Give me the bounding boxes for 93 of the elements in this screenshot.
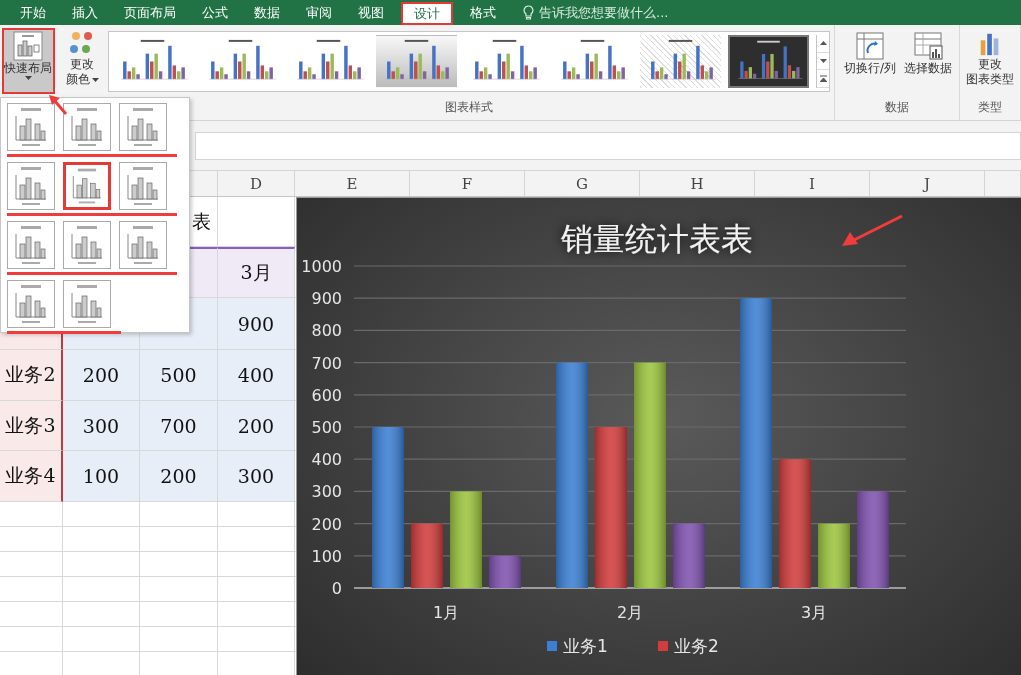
axis-tick-label: 300 [311,482,342,502]
select-data-button[interactable]: 选择数据 [901,28,955,90]
ribbon-tab[interactable]: 公式 [189,0,241,25]
annotation-arrow [840,214,904,248]
layout-option[interactable] [7,221,55,269]
table-cell: 200 [218,401,295,451]
annotation-arrow [48,94,68,116]
legend-swatch [547,641,557,651]
axis-tick-label: 400 [311,450,342,470]
change-chart-type-button[interactable]: 更改 图表类型 [964,28,1016,90]
axis-tick-label: 100 [311,546,342,566]
grid-cell [0,552,63,577]
quick-layout-button[interactable]: 快速布局 [2,28,55,94]
grid-cell [0,602,63,627]
axis-category-label: 2月 [616,603,644,622]
lightbulb-icon [523,5,534,20]
switch-row-column-button[interactable]: 切换行/列 [839,28,901,90]
table-cell: 300 [218,451,295,502]
ribbon-tab[interactable]: 页面布局 [111,0,189,25]
legend-label: 业务2 [674,636,719,656]
column-header: G [525,171,640,196]
table-cell: 900 [218,298,295,350]
ribbon-tab[interactable]: 视图 [345,0,397,25]
table-cell: 500 [140,350,218,401]
group-label: 类型 [977,99,1003,116]
axis-category-label: 1月 [432,603,460,622]
layout-option[interactable] [7,280,55,328]
table-chart-icon [913,31,943,61]
group-label: 数据 [884,99,910,116]
group-label: 图表样式 [444,99,494,116]
column-header: F [410,171,525,196]
column-header: I [755,171,870,196]
ribbon-tab[interactable]: 开始 [7,0,59,25]
table-cell: 200 [140,451,218,502]
column-header: J [870,171,985,196]
axis-tick-label: 800 [311,321,342,341]
layout-option[interactable] [119,103,167,151]
swap-icon [855,31,885,61]
chart-style-thumbnail[interactable] [728,35,809,88]
chart-bar [489,555,521,588]
layout-option[interactable] [63,103,111,151]
grid-cell [0,577,63,602]
grid-cell [0,627,63,652]
table-cell: 3月 [218,247,295,298]
axis-tick-label: 600 [311,385,342,405]
scroll-down-icon[interactable] [819,59,827,63]
chart-bar [673,523,705,588]
table-cell: 300 [63,401,140,451]
layout-option[interactable] [63,162,111,210]
chart-bar [818,523,850,588]
change-colors-button[interactable]: 更改 颜色 [60,28,104,90]
legend-label: 业务1 [563,636,608,656]
grid-cell [0,502,63,527]
axis-category-label: 3月 [800,603,828,622]
caret-icon [91,77,99,82]
table-cell: 200 [63,350,140,401]
ribbon-tab[interactable]: 审阅 [293,0,345,25]
legend-swatch [658,641,668,651]
axis-tick-label: 1000 [301,257,342,276]
table-cell: 业务2 [0,350,63,401]
column-header: E [295,171,410,196]
column-header: H [640,171,755,196]
chart-style-thumbnail[interactable] [640,35,721,88]
axis-tick-label: 500 [311,418,342,437]
grid-cell [0,527,63,552]
ribbon-tab[interactable]: 格式 [457,0,509,25]
axis-tick-label: 700 [311,353,342,373]
table-cell: 400 [218,350,295,401]
layout-option[interactable] [63,221,111,269]
caret-icon [24,76,32,80]
table-cell: 100 [63,451,140,502]
axis-tick-label: 900 [311,289,342,309]
layout-option[interactable] [119,221,167,269]
layout-icon [13,31,44,61]
table-cell: 700 [140,401,218,451]
column-header: D [218,171,295,196]
ribbon-tab[interactable]: 设计 [401,2,453,25]
chart-title: 销量统计表表 [561,220,753,258]
ribbon-tab[interactable]: 插入 [59,0,111,25]
ribbon-tab[interactable]: 数据 [241,0,293,25]
layout-option[interactable] [7,162,55,210]
more-icon[interactable] [819,75,827,83]
axis-tick-label: 200 [311,514,342,534]
tell-me-field[interactable]: 告诉我您想要做什么... [539,3,669,22]
table-cell: 业务4 [0,451,63,502]
layout-option[interactable] [7,103,55,151]
axis-tick-label: 0 [331,579,342,598]
layout-option[interactable] [63,280,111,328]
chart-bar [411,523,443,588]
layout-option[interactable] [119,162,167,210]
scroll-up-icon[interactable] [819,41,827,46]
chart-style-thumbnail[interactable] [376,35,457,88]
table-cell: 业务3 [0,401,63,451]
